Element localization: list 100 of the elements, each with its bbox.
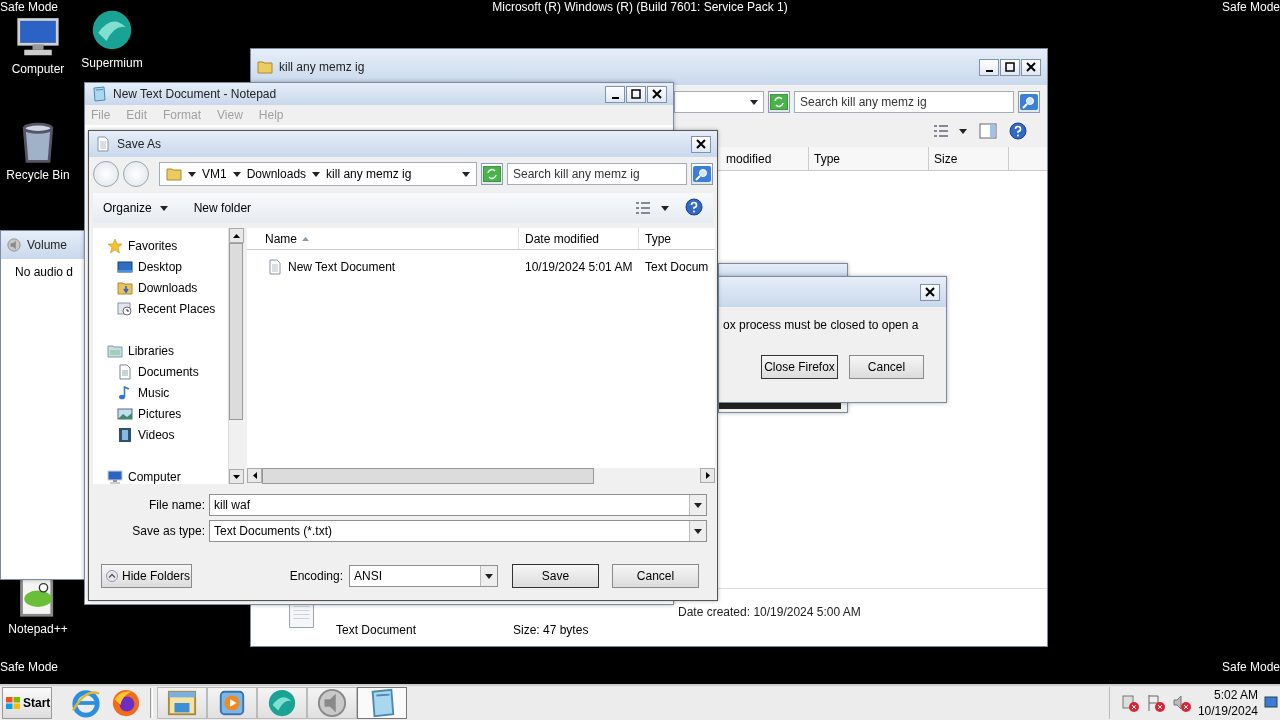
window-title: kill any memz ig (279, 60, 366, 74)
column-header[interactable]: Date modified (519, 228, 639, 249)
mode-label: Safe Mode (0, 0, 59, 14)
speaker-icon (7, 238, 21, 252)
column-header[interactable]: modified (721, 147, 809, 170)
minimize-button[interactable] (979, 58, 999, 76)
scroll-up-button[interactable] (229, 228, 244, 243)
close-button[interactable] (691, 135, 711, 153)
library-folder-icon (107, 342, 123, 359)
file-name-field[interactable]: kill waf (209, 494, 707, 516)
caret-icon (694, 502, 702, 508)
file-type-dropdown[interactable]: Text Documents (*.txt) (209, 520, 707, 542)
taskbar-button[interactable] (357, 687, 407, 719)
view-list-icon[interactable] (933, 124, 949, 138)
network-error-icon[interactable] (1119, 693, 1140, 713)
nav-item[interactable]: Downloads (93, 277, 228, 298)
sort-arrow-icon (302, 236, 309, 241)
desktop-icon-label[interactable]: Supermium (81, 56, 143, 70)
dialog-title: Save As (117, 137, 163, 151)
column-header[interactable]: Size (929, 147, 1009, 170)
minimize-button[interactable] (605, 85, 625, 103)
search-button[interactable] (691, 163, 713, 185)
scroll-down-button[interactable] (229, 469, 244, 484)
encoding-dropdown[interactable]: ANSI (349, 565, 498, 587)
forward-button[interactable] (123, 161, 149, 187)
scrollbar-thumb[interactable] (229, 243, 243, 420)
close-firefox-button[interactable]: Close Firefox (761, 355, 838, 379)
caret-icon (661, 205, 669, 211)
refresh-button[interactable] (768, 91, 790, 113)
refresh-button[interactable] (481, 163, 503, 185)
close-button[interactable] (1021, 58, 1041, 76)
nav-item[interactable]: Favorites (93, 235, 228, 256)
breadcrumb-item[interactable]: VM1 (202, 167, 227, 181)
nav-item[interactable]: Music (93, 382, 228, 403)
desktop-icon-label[interactable]: Notepad++ (8, 622, 68, 636)
nav-item[interactable]: Desktop (93, 256, 228, 277)
help-icon[interactable] (1009, 122, 1027, 140)
close-button[interactable] (647, 85, 667, 103)
search-icon (1020, 94, 1038, 110)
nav-item[interactable]: Computer (93, 466, 228, 487)
details-text: Text Document (336, 623, 418, 637)
search-button[interactable] (1018, 91, 1040, 113)
file-name-cell[interactable]: New Text Document (247, 259, 519, 275)
save-button[interactable]: Save (512, 564, 599, 588)
maximize-icon (631, 89, 641, 99)
sphere-icon (267, 688, 297, 718)
help-icon[interactable] (685, 197, 703, 216)
column-header[interactable]: Name (247, 228, 519, 249)
search-field[interactable]: Search kill any memz ig (507, 163, 687, 185)
search-field[interactable]: Search kill any memz ig (794, 91, 1014, 113)
caret-icon (959, 128, 967, 134)
film-icon (117, 426, 133, 443)
close-icon (652, 89, 662, 99)
dialog-message: ox process must be closed to open a (722, 317, 920, 332)
image-icon (117, 405, 133, 422)
close-icon (925, 287, 935, 297)
speaker-error-icon[interactable] (1171, 693, 1192, 713)
scroll-right-button[interactable] (700, 468, 715, 483)
scrollbar-thumb[interactable] (262, 468, 594, 484)
desktop-icon-label[interactable]: Recycle Bin (6, 168, 70, 182)
close-button[interactable] (920, 283, 940, 301)
left-arrow-icon (252, 472, 257, 479)
breadcrumb-item[interactable]: kill any memz ig (326, 167, 412, 181)
breadcrumb-bar[interactable]: VM1 Downloads kill any memz ig (159, 162, 477, 186)
cancel-button[interactable]: Cancel (612, 564, 699, 588)
taskbar-button[interactable] (157, 687, 207, 719)
recent-places-icon (117, 300, 133, 317)
nav-item[interactable]: Libraries (93, 340, 228, 361)
hide-folders-button[interactable]: Hide Folders (101, 564, 192, 588)
toolbar-button[interactable]: New folder (193, 201, 252, 215)
nav-item[interactable]: Recent Places (93, 298, 228, 319)
caret-icon (188, 171, 196, 177)
taskbar-button[interactable] (307, 687, 357, 719)
folder-icon (166, 166, 182, 182)
clock[interactable]: 5:02 AM 10/19/2024 (1197, 687, 1258, 719)
down-arrow-icon (233, 474, 240, 479)
preview-pane-icon[interactable] (979, 123, 997, 139)
taskbar-button[interactable] (257, 687, 307, 719)
text-file-icon (95, 136, 111, 152)
desktop-icon-label[interactable]: Computer (11, 62, 65, 76)
nav-item[interactable]: Videos (93, 424, 228, 445)
maximize-button[interactable] (626, 85, 646, 103)
taskbar-button[interactable] (207, 687, 257, 719)
mode-label: Safe Mode (1221, 0, 1280, 14)
column-header[interactable]: Type (639, 228, 715, 249)
column-header[interactable]: Type (809, 147, 929, 170)
start-button[interactable]: Start (2, 687, 52, 719)
status-text: No audio d (14, 264, 75, 279)
scroll-left-button[interactable] (247, 468, 262, 483)
breadcrumb-item[interactable]: Downloads (246, 167, 307, 181)
caret-icon (232, 171, 241, 177)
cancel-button[interactable]: Cancel (849, 355, 924, 379)
nav-item[interactable]: Pictures (93, 403, 228, 424)
flag-error-icon[interactable] (1145, 693, 1166, 713)
maximize-button[interactable] (1000, 58, 1020, 76)
back-button[interactable] (93, 161, 119, 187)
nav-item[interactable]: Documents (93, 361, 228, 382)
view-list-icon[interactable] (635, 201, 651, 215)
address-bar[interactable] (674, 91, 764, 113)
toolbar-button[interactable]: Organize (103, 201, 168, 215)
